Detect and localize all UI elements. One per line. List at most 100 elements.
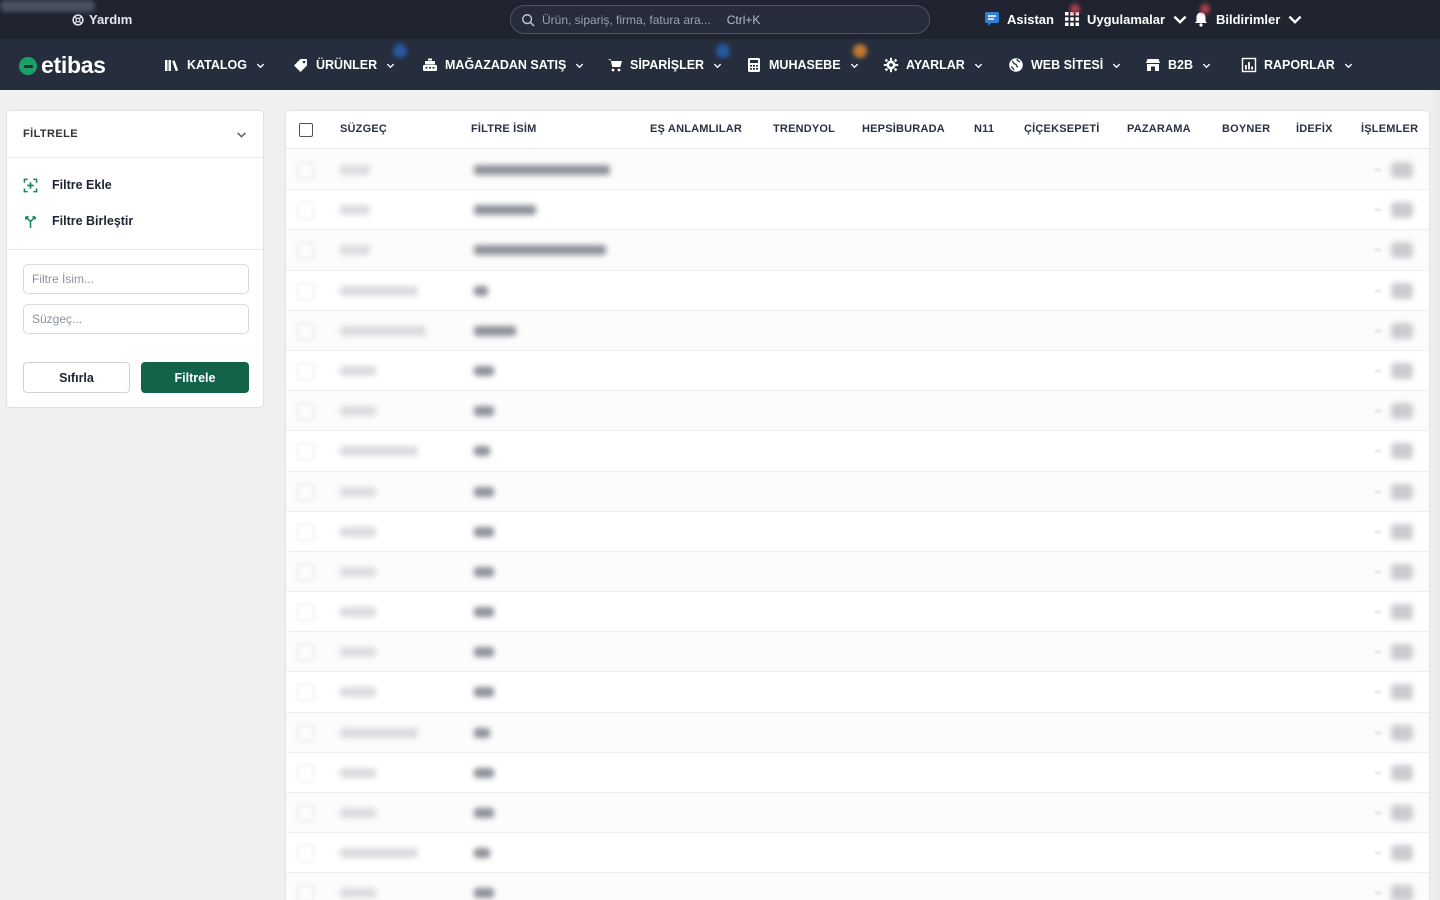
row-checkbox[interactable] [297,282,314,300]
row-actions-button[interactable] [1391,644,1413,661]
table-row[interactable] [286,712,1429,753]
row-actions-button[interactable] [1391,483,1413,500]
row-checkbox[interactable] [297,644,314,662]
row-actions-button[interactable] [1391,523,1413,540]
help-link[interactable]: Yardım [72,12,132,27]
row-actions-button[interactable] [1391,282,1413,299]
row-actions-button[interactable] [1391,724,1413,741]
add-filter-button[interactable]: Filtre Ekle [7,176,263,194]
filter-name-input[interactable] [23,264,249,294]
row-actions-button[interactable] [1391,362,1413,379]
merge-filter-button[interactable]: Filtre Birleştir [7,212,263,230]
row-separator [1375,289,1381,292]
col-pazarama[interactable]: PAZARAMA [1127,123,1191,135]
nav-katalog[interactable]: KATALOG [164,57,265,73]
col-n11[interactable]: N11 [974,123,994,135]
row-actions-button[interactable] [1391,322,1413,339]
table-row[interactable] [286,592,1429,633]
global-search[interactable]: Ürün, sipariş, firma, fatura ara... Ctrl… [510,5,930,34]
row-checkbox[interactable] [297,764,314,782]
table-row[interactable] [286,793,1429,834]
row-checkbox[interactable] [297,724,314,742]
row-actions-button[interactable] [1391,403,1413,420]
col-suzgec[interactable]: SÜZGEÇ [340,123,387,135]
table-row[interactable] [286,271,1429,311]
nav-magazadan-satis[interactable]: MAĞAZADAN SATIŞ [422,57,584,73]
apps-menu[interactable]: Uygulamalar [1064,11,1188,27]
table-row[interactable] [286,551,1429,593]
row-separator [1375,169,1381,171]
nav-web-sitesi[interactable]: WEB SİTESİ [1008,57,1121,73]
row-checkbox[interactable] [297,322,314,340]
user-menu[interactable] [0,0,95,12]
col-filtre-isim[interactable]: FİLTRE İSİM [471,123,537,135]
table-row[interactable] [286,190,1429,231]
table-row[interactable] [286,632,1429,673]
selector-input[interactable] [23,304,249,334]
row-checkbox[interactable] [297,162,314,179]
nav-label: AYARLAR [906,58,965,72]
table-row[interactable] [286,753,1429,793]
assistant-button[interactable]: Asistan [984,11,1054,27]
row-checkbox[interactable] [297,523,314,541]
table-row[interactable] [286,230,1429,271]
row-checkbox[interactable] [297,242,314,260]
row-checkbox[interactable] [297,563,314,581]
nav-siparisler[interactable]: SİPARİŞLER [607,57,722,73]
row-actions-button[interactable] [1391,805,1413,821]
col-ciceksepeti[interactable]: ÇİÇEKSEPETİ [1024,123,1100,135]
table-row[interactable] [286,833,1429,874]
row-checkbox[interactable] [297,443,314,461]
table-row[interactable] [286,672,1429,713]
row-actions-button[interactable] [1391,764,1413,781]
col-es-anlamlilar[interactable]: EŞ ANLAMLILAR [650,123,742,135]
row-checkbox[interactable] [297,805,314,822]
row-checkbox[interactable] [297,483,314,501]
row-actions-button[interactable] [1391,162,1413,178]
table-row[interactable] [286,391,1429,432]
row-actions-button[interactable] [1391,443,1413,460]
chevron-down-icon[interactable] [236,129,247,140]
redacted-filter-name-cell [474,808,494,818]
table-row[interactable] [286,431,1429,472]
table-row[interactable] [286,471,1429,512]
nav-b2b[interactable]: B2B [1145,57,1211,73]
row-checkbox[interactable] [297,362,314,380]
row-actions-button[interactable] [1391,604,1413,621]
row-checkbox[interactable] [297,202,314,220]
row-actions-button[interactable] [1391,202,1413,219]
table-row[interactable] [286,351,1429,392]
table-row[interactable] [286,310,1429,351]
col-trendyol[interactable]: TRENDYOL [773,123,835,135]
row-actions-button[interactable] [1391,242,1413,259]
table-row[interactable] [286,150,1429,191]
row-checkbox[interactable] [297,684,314,702]
row-checkbox[interactable] [297,845,314,863]
row-actions-button[interactable] [1391,845,1413,862]
row-checkbox[interactable] [297,604,314,622]
col-idefix[interactable]: İDEFİX [1296,123,1333,135]
notifications-menu[interactable]: Bildirimler [1193,11,1303,27]
nav-muhasebe[interactable]: MUHASEBE [746,57,859,73]
search-placeholder: Ürün, sipariş, firma, fatura ara... [542,12,711,27]
nav-raporlar[interactable]: RAPORLAR [1241,57,1353,73]
select-all-checkbox[interactable] [299,123,313,137]
globe-icon [1009,58,1023,72]
filter-panel-header[interactable]: FİLTRELE [7,111,263,158]
row-actions-button[interactable] [1391,684,1413,701]
row-actions-button[interactable] [1391,563,1413,580]
brand-name[interactable]: Etibas [16,12,55,27]
row-checkbox[interactable] [297,403,314,421]
reset-button[interactable]: Sıfırla [23,362,130,393]
nav-urunler[interactable]: ÜRÜNLER [293,57,395,73]
row-checkbox[interactable] [297,885,314,900]
table-row[interactable] [286,512,1429,552]
row-actions-button[interactable] [1391,885,1413,900]
apply-filter-button[interactable]: Filtrele [141,362,249,393]
col-boyner[interactable]: BOYNER [1222,123,1270,135]
etibas-logo[interactable]: etibas [19,52,106,79]
col-hepsiburada[interactable]: HEPSİBURADA [862,123,945,135]
nav-ayarlar[interactable]: AYARLAR [883,57,983,73]
chevron-down-icon [1288,15,1302,24]
table-row[interactable] [286,873,1429,900]
